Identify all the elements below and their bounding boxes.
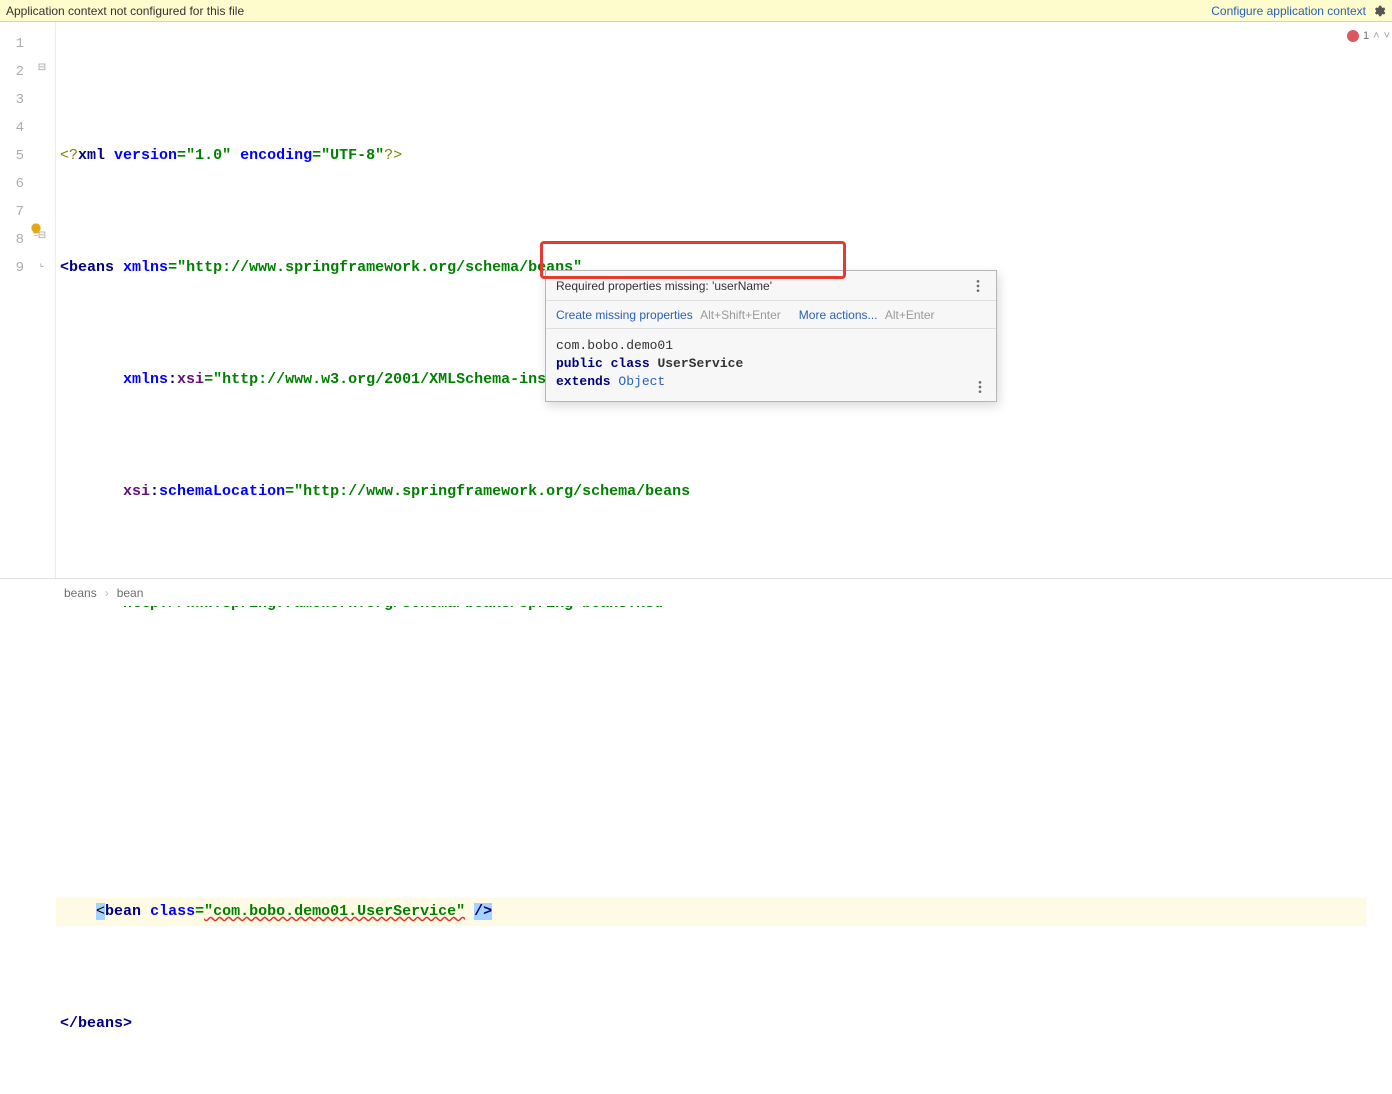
error-count: 1 xyxy=(1363,30,1369,42)
fold-toggle-icon[interactable]: ⊟ xyxy=(36,62,48,74)
gear-icon[interactable] xyxy=(1372,4,1386,18)
doc-body: com.bobo.demo01 public class UserService… xyxy=(546,329,996,401)
chevron-down-icon[interactable]: ˅ xyxy=(1384,30,1390,42)
code-line xyxy=(56,786,1366,814)
line-number: 6 xyxy=(0,170,32,198)
code-line-current: <bean class="com.bobo.demo01.UserService… xyxy=(56,898,1366,926)
more-vert-icon[interactable] xyxy=(972,379,988,395)
notification-message: Application context not configured for t… xyxy=(6,4,244,18)
intention-bulb-icon[interactable] xyxy=(28,222,44,238)
line-number: 5 xyxy=(0,142,32,170)
error-marker-strip[interactable]: 1 ˄ ˅ xyxy=(1366,22,1392,578)
code-line xyxy=(56,702,1366,730)
configure-context-link[interactable]: Configure application context xyxy=(1211,4,1366,18)
line-number: 4 xyxy=(0,114,32,142)
doc-package: com.bobo.demo01 xyxy=(556,337,986,355)
line-number: 2 xyxy=(0,58,32,86)
doc-classname: UserService xyxy=(657,356,743,371)
breadcrumb-item[interactable]: beans xyxy=(64,586,97,600)
line-number: 3 xyxy=(0,86,32,114)
line-number: 9 xyxy=(0,254,32,282)
doc-superclass-link[interactable]: Object xyxy=(618,374,665,389)
inspection-title: Required properties missing: 'userName' xyxy=(556,279,772,293)
more-vert-icon[interactable] xyxy=(970,278,986,294)
fold-strip: ⊟ ⊟ ⌞ xyxy=(32,22,56,578)
fold-end-icon: ⌞ xyxy=(36,258,48,270)
create-missing-properties-link[interactable]: Create missing properties xyxy=(556,308,693,322)
line-number: 1 xyxy=(0,30,32,58)
inspection-tooltip: Required properties missing: 'userName' … xyxy=(545,270,997,402)
breadcrumb-item[interactable]: bean xyxy=(117,586,144,600)
chevron-right-icon: › xyxy=(105,586,109,600)
line-number-gutter: 1 2 3 4 5 6 7 8 9 xyxy=(0,22,32,578)
code-line: <?xml version="1.0" encoding="UTF-8"?> xyxy=(56,142,1366,170)
context-notification-bar: Application context not configured for t… xyxy=(0,0,1392,22)
keyword: public xyxy=(556,356,603,371)
chevron-up-icon[interactable]: ˄ xyxy=(1373,30,1379,42)
error-indicator-icon[interactable] xyxy=(1347,30,1359,42)
more-actions-link[interactable]: More actions... xyxy=(799,308,878,322)
code-line: </beans> xyxy=(56,1010,1366,1038)
keyword: extends xyxy=(556,374,611,389)
shortcut-hint: Alt+Enter xyxy=(885,308,935,322)
code-line: xsi:schemaLocation="http://www.springfra… xyxy=(56,478,1366,506)
shortcut-hint: Alt+Shift+Enter xyxy=(700,308,781,322)
keyword: class xyxy=(611,356,650,371)
breadcrumb: beans › bean xyxy=(0,578,1392,606)
